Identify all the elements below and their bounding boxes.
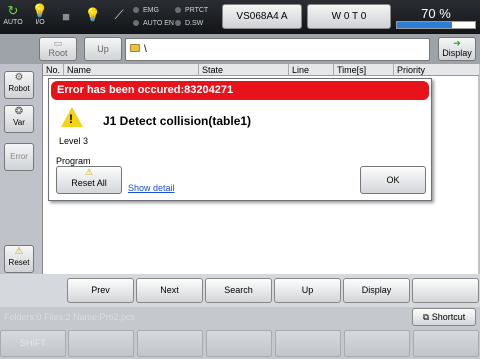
speed-bar[interactable]: [396, 21, 476, 29]
root-button-label: Root: [48, 48, 68, 58]
speed-percent[interactable]: 70 %: [396, 6, 476, 22]
folder-file-status: Folders:0 Files:2 Name:Pro2.pcs: [4, 312, 136, 322]
warning-icon: ⚠: [14, 246, 24, 257]
table-header: No. Name State Line Time[s] Priority: [43, 64, 479, 76]
robot-button[interactable]: ⚙ Robot: [4, 71, 34, 99]
error-dialog-title: Error has been occured:83204271: [51, 81, 429, 100]
auto-mode-icon: ↻: [7, 3, 19, 18]
root-folder-icon: ▭: [53, 38, 63, 48]
shortcut-button[interactable]: ⧉ Shortcut: [412, 308, 476, 326]
led-dsw: D.SW: [175, 19, 203, 28]
variable-icon: ❂: [14, 106, 24, 117]
io-indicator[interactable]: 💡 I/O: [30, 3, 50, 27]
search-button[interactable]: Search: [205, 278, 272, 303]
led-prtct: PRTCT: [175, 6, 208, 15]
led-dot-icon: [133, 7, 139, 13]
shift-button[interactable]: SHIFT: [0, 330, 66, 357]
led-auto-en: AUTO EN: [133, 19, 174, 28]
shift-fkey-5[interactable]: [344, 330, 410, 357]
reset-button-label: Reset: [8, 258, 30, 267]
reset-button[interactable]: ⚠ Reset: [4, 245, 34, 273]
error-dialog: Error has been occured:83204271 ! J1 Det…: [48, 78, 432, 201]
blank-function-button[interactable]: [412, 278, 479, 303]
up-button[interactable]: Up: [84, 37, 122, 61]
shift-fkey-6[interactable]: [413, 330, 479, 357]
stop-indicator[interactable]: ■: [56, 9, 76, 25]
teach-pendant-screen: ↻ AUTO 💡 I/O ■ 💡 ⟋ EMG AUTO EN PRTCT D.S…: [0, 0, 480, 359]
robot-arm-icon: ⚙: [14, 72, 24, 83]
column-header-line[interactable]: Line: [288, 64, 333, 76]
shift-fkey-4[interactable]: [275, 330, 341, 357]
led-dot-icon: [175, 7, 181, 13]
error-button-label: Error: [10, 152, 28, 161]
root-button[interactable]: ▭ Root: [39, 37, 77, 61]
folder-icon: [130, 44, 140, 52]
lamp-indicator[interactable]: 💡: [83, 7, 103, 23]
error-level: Level 3: [59, 136, 89, 146]
path-text: \: [144, 44, 147, 55]
robot-name-button[interactable]: VS068A4 A: [222, 4, 302, 29]
program-label: Program: [56, 156, 91, 166]
warning-exclamation-icon: !: [69, 112, 73, 126]
var-button-label: Var: [13, 118, 25, 127]
up-function-button[interactable]: Up: [274, 278, 341, 303]
shift-fkey-3[interactable]: [206, 330, 272, 357]
export-arrow-icon: ➔: [453, 38, 461, 48]
up-button-label: Up: [97, 44, 109, 54]
status-bar: ↻ AUTO 💡 I/O ■ 💡 ⟋ EMG AUTO EN PRTCT D.S…: [0, 0, 480, 34]
lightbulb-icon: 💡: [84, 7, 102, 22]
var-button[interactable]: ❂ Var: [4, 105, 34, 133]
reset-all-label: Reset All: [71, 178, 107, 188]
led-dot-icon: [133, 20, 139, 26]
led-dot-icon: [175, 20, 181, 26]
error-button[interactable]: Error: [4, 143, 34, 171]
led-emg: EMG: [133, 6, 159, 15]
column-header-name[interactable]: Name: [63, 64, 198, 76]
path-bar: ▭ Root Up \ ➔ Display: [0, 34, 480, 64]
column-header-state[interactable]: State: [198, 64, 288, 76]
prev-button[interactable]: Prev: [67, 278, 134, 303]
column-header-time[interactable]: Time[s]: [333, 64, 393, 76]
io-label: I/O: [35, 19, 45, 26]
reset-all-button[interactable]: ⚠ Reset All: [56, 166, 122, 194]
shift-fkey-1[interactable]: [68, 330, 134, 357]
lightbulb-icon: 💡: [31, 3, 49, 18]
auto-mode-label: AUTO: [3, 19, 23, 26]
function-key-bar: Prev Next Search Up Display: [0, 274, 480, 307]
shortcut-label: Shortcut: [431, 312, 466, 322]
shortcut-icon: ⧉: [422, 312, 430, 322]
stop-square-icon: ■: [62, 9, 70, 24]
show-detail-link[interactable]: Show detail: [128, 183, 175, 193]
ok-button[interactable]: OK: [360, 166, 426, 194]
wrench-icon: ⟋: [114, 7, 124, 22]
tool-indicator[interactable]: ⟋: [109, 7, 129, 23]
path-field[interactable]: \: [125, 38, 430, 61]
error-message: J1 Detect collision(table1): [103, 114, 252, 128]
column-header-priority[interactable]: Priority: [393, 64, 479, 76]
display-button[interactable]: Display: [343, 278, 410, 303]
auto-mode-indicator[interactable]: ↻ AUTO: [3, 3, 23, 27]
robot-button-label: Robot: [8, 84, 30, 93]
column-header-no[interactable]: No.: [43, 64, 63, 76]
speed-bar-fill: [397, 22, 452, 28]
status-row: Folders:0 Files:2 Name:Pro2.pcs ⧉ Shortc…: [0, 307, 480, 328]
work-tool-button[interactable]: W 0 T 0: [307, 4, 391, 29]
shift-key-row: SHIFT: [0, 328, 480, 359]
shift-fkey-2[interactable]: [137, 330, 203, 357]
warning-icon: ⚠: [84, 167, 94, 177]
display-top-button[interactable]: ➔ Display: [438, 37, 476, 61]
display-top-label: Display: [442, 48, 472, 58]
next-button[interactable]: Next: [136, 278, 203, 303]
